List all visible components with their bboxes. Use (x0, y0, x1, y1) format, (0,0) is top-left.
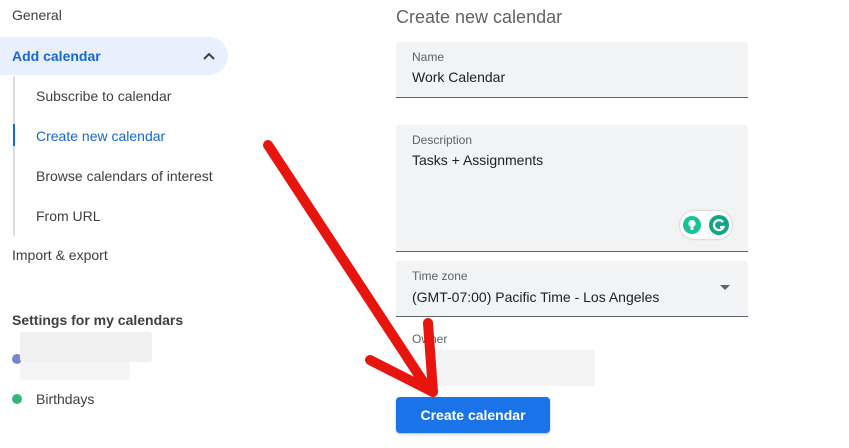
nav-add-calendar[interactable]: Add calendar (0, 37, 228, 75)
nav-add-calendar-label: Add calendar (12, 48, 101, 64)
redacted-block (20, 332, 152, 362)
description-field-label: Description (412, 133, 473, 147)
calendar-color-dot (12, 394, 22, 404)
description-field-value[interactable]: Tasks + Assignments (412, 151, 543, 169)
subnav-from-url[interactable]: From URL (36, 207, 101, 225)
nav-import-export[interactable]: Import & export (12, 246, 108, 264)
name-field[interactable]: Name Work Calendar (396, 42, 748, 98)
active-indicator (13, 124, 15, 146)
subnav-browse[interactable]: Browse calendars of interest (36, 167, 213, 185)
redacted-block (20, 362, 130, 380)
lightbulb-icon[interactable] (682, 215, 702, 235)
subnav-create-new[interactable]: Create new calendar (36, 127, 165, 145)
calendar-settings-page: General Add calendar Subscribe to calend… (0, 0, 849, 448)
name-field-value[interactable]: Work Calendar (412, 68, 505, 86)
chevron-up-icon[interactable] (202, 49, 216, 63)
add-calendar-subnav: Subscribe to calendar Create new calenda… (13, 76, 242, 236)
redacted-owner (430, 350, 595, 386)
timezone-label: Time zone (412, 269, 468, 283)
page-title: Create new calendar (396, 7, 563, 27)
owner-label: Owner (412, 332, 448, 346)
subnav-subscribe[interactable]: Subscribe to calendar (36, 87, 171, 105)
grammarly-widget[interactable] (680, 211, 732, 239)
nav-general[interactable]: General (12, 6, 62, 24)
my-calendar-item-birthdays[interactable]: Birthdays (12, 388, 94, 410)
settings-sidebar: General Add calendar Subscribe to calend… (0, 0, 240, 448)
grammarly-icon[interactable] (708, 214, 730, 236)
timezone-value[interactable]: (GMT-07:00) Pacific Time - Los Angeles (412, 288, 659, 306)
dropdown-arrow-icon[interactable] (720, 285, 730, 290)
calendar-label-birthdays: Birthdays (36, 391, 95, 407)
my-calendars-heading: Settings for my calendars (12, 312, 184, 328)
name-field-label: Name (412, 50, 445, 64)
description-field[interactable]: Description Tasks + Assignments (396, 125, 748, 252)
timezone-select[interactable]: Time zone (GMT-07:00) Pacific Time - Los… (396, 261, 748, 317)
create-calendar-button[interactable]: Create calendar (396, 397, 550, 433)
